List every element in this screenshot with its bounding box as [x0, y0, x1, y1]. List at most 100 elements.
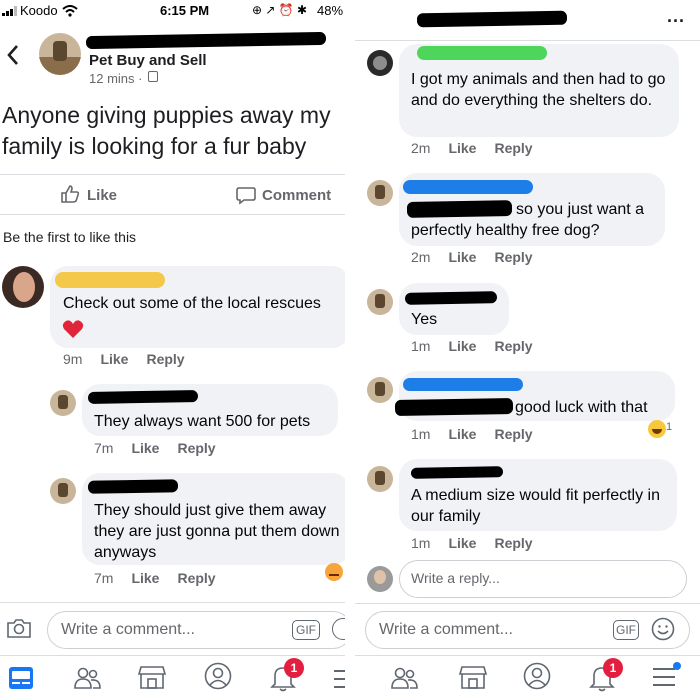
- divider: [0, 174, 345, 175]
- status-icons: ⊕ ↗ ⏰ ✱: [252, 3, 308, 17]
- redacted-name: [85, 31, 327, 50]
- comment-like-button[interactable]: Like: [448, 249, 476, 265]
- comment-like-button[interactable]: Like: [448, 338, 476, 354]
- comment-text: They should just give them away they are…: [94, 502, 340, 561]
- clock-time: 6:15 PM: [160, 3, 210, 18]
- comment-reply-button[interactable]: Reply: [494, 535, 532, 551]
- reaction-count: 1: [666, 421, 673, 433]
- comment-like-button[interactable]: Like: [131, 570, 159, 586]
- divider: [0, 655, 345, 656]
- comment-time: 2m: [411, 140, 431, 156]
- comment-meta: 1m Like Reply: [411, 426, 551, 442]
- gif-button[interactable]: GIF: [292, 620, 320, 640]
- redacted-name: [410, 466, 504, 479]
- comment-time: 7m: [94, 570, 114, 586]
- comment-reply-button[interactable]: Reply: [177, 570, 215, 586]
- first-like-text: Be the first to like this: [3, 229, 137, 245]
- comment-time: 7m: [94, 440, 114, 456]
- comment-text: I got my animals and then had to go and …: [411, 71, 666, 109]
- friends-icon[interactable]: [391, 666, 419, 690]
- comment-like-button[interactable]: Like: [448, 140, 476, 156]
- commenter-avatar[interactable]: [367, 466, 393, 492]
- comment-text: They always want 500 for pets: [94, 413, 311, 430]
- post-time: 12 mins ·: [89, 71, 143, 86]
- comment-text: good luck with that: [515, 399, 648, 416]
- signal-icon: [2, 6, 18, 16]
- comment-reply-button[interactable]: Reply: [146, 351, 184, 367]
- reply-placeholder: Write a reply...: [411, 570, 500, 586]
- back-chevron-icon[interactable]: [6, 44, 20, 66]
- marketplace-icon[interactable]: [138, 664, 166, 690]
- gif-button[interactable]: GIF: [613, 620, 639, 640]
- marketplace-icon[interactable]: [459, 664, 487, 690]
- group-privacy-icon: [148, 71, 158, 82]
- redacted-name: [87, 390, 199, 404]
- comment-time: 1m: [411, 338, 431, 354]
- camera-icon[interactable]: [6, 617, 32, 639]
- comment-meta: 2m Like Reply: [411, 249, 551, 265]
- comment-text: Yes: [411, 311, 438, 328]
- commenter-avatar[interactable]: [50, 390, 76, 416]
- angry-reaction-icon: [325, 563, 343, 581]
- comment-meta: 9m Like Reply: [63, 351, 203, 367]
- comment-time: 2m: [411, 249, 431, 265]
- commenter-avatar[interactable]: [367, 180, 393, 206]
- divider: [355, 40, 700, 41]
- battery-percent: 48%: [317, 3, 344, 18]
- redacted-title: [416, 10, 568, 28]
- redacted-name: [404, 291, 498, 305]
- comment-reply-button[interactable]: Reply: [177, 440, 215, 456]
- group-name[interactable]: Pet Buy and Sell: [89, 52, 207, 69]
- comment-like-button[interactable]: Like: [100, 351, 128, 367]
- notification-badge: 1: [284, 658, 304, 678]
- divider: [355, 655, 700, 656]
- redacted-name: [403, 180, 533, 194]
- menu-icon[interactable]: [334, 668, 345, 690]
- commenter-avatar[interactable]: [50, 478, 76, 504]
- carrier-label: Koodo: [20, 3, 58, 18]
- redacted-text: [394, 397, 514, 417]
- left-screenshot: Koodo 6:15 PM ⊕ ↗ ⏰ ✱ 48% Pet Buy and Se…: [0, 0, 345, 700]
- emoji-picker-icon[interactable]: [651, 617, 675, 641]
- more-options-icon[interactable]: ...: [667, 6, 685, 27]
- comment-meta: 1m Like Reply: [411, 338, 551, 354]
- redacted-name: [403, 378, 523, 391]
- comment-reply-button[interactable]: Reply: [494, 426, 532, 442]
- comment-placeholder: Write a comment...: [61, 621, 195, 638]
- profile-icon[interactable]: [523, 662, 551, 690]
- comment-reply-button[interactable]: Reply: [494, 140, 532, 156]
- notification-badge: 1: [603, 658, 623, 678]
- laughing-reaction-icon: [648, 420, 666, 438]
- comment-time: 1m: [411, 426, 431, 442]
- comment-time: 9m: [63, 351, 83, 367]
- commenter-avatar[interactable]: [367, 289, 393, 315]
- like-post-button[interactable]: Like: [87, 187, 117, 204]
- commenter-avatar[interactable]: [2, 266, 44, 308]
- news-feed-icon[interactable]: [8, 666, 34, 690]
- redacted-name: [417, 46, 547, 60]
- comment-reply-button[interactable]: Reply: [494, 338, 532, 354]
- divider: [355, 603, 700, 604]
- comment-like-button[interactable]: Like: [448, 426, 476, 442]
- comment-meta: 7m Like Reply: [94, 440, 234, 456]
- divider: [0, 214, 345, 215]
- comment-post-button[interactable]: Comment: [262, 187, 331, 204]
- comment-placeholder: Write a comment...: [379, 621, 513, 638]
- commenter-avatar[interactable]: [367, 377, 393, 403]
- my-avatar: [367, 566, 393, 592]
- redacted-name: [87, 479, 179, 494]
- comment-reply-button[interactable]: Reply: [494, 249, 532, 265]
- comment-like-button[interactable]: Like: [448, 535, 476, 551]
- group-avatar[interactable]: [39, 33, 81, 75]
- wifi-icon: [62, 5, 78, 17]
- heart-emoji-icon: [62, 320, 84, 338]
- comment-meta: 1m Like Reply: [411, 535, 551, 551]
- comment-time: 1m: [411, 535, 431, 551]
- post-text: Anyone giving puppies away my family is …: [2, 102, 331, 159]
- comment-like-button[interactable]: Like: [131, 440, 159, 456]
- commenter-avatar[interactable]: [367, 50, 393, 76]
- redacted-name: [55, 272, 165, 288]
- friends-icon[interactable]: [74, 666, 102, 690]
- profile-icon[interactable]: [204, 662, 232, 690]
- comment-icon: [236, 187, 256, 205]
